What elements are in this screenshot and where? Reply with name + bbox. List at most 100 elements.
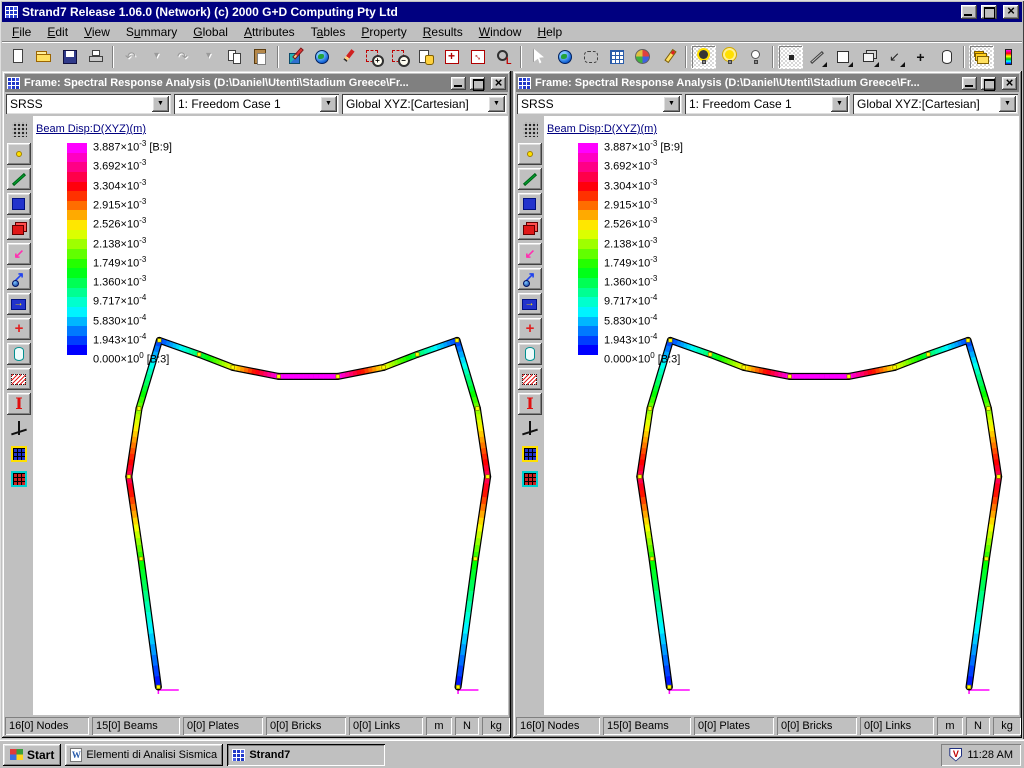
groups-button[interactable] bbox=[969, 45, 994, 69]
display-style-button[interactable] bbox=[283, 45, 308, 69]
open-button[interactable] bbox=[31, 45, 56, 69]
node-marker[interactable] bbox=[668, 685, 672, 689]
node-marker[interactable] bbox=[788, 375, 792, 379]
eraser-button[interactable] bbox=[656, 45, 681, 69]
save-button[interactable] bbox=[57, 45, 82, 69]
node-marker[interactable] bbox=[456, 685, 460, 689]
model-canvas-right[interactable]: Beam Disp:D(XYZ)(m)3.887×10-3 [B:9]3.692… bbox=[544, 116, 1019, 715]
globe-button[interactable] bbox=[552, 45, 577, 69]
menu-item-attributes[interactable]: Attributes bbox=[236, 23, 303, 41]
cylinder-outline-button[interactable] bbox=[7, 343, 31, 365]
vertex-arrow-button[interactable] bbox=[7, 268, 31, 290]
node-marker-button[interactable] bbox=[7, 143, 31, 165]
entity-display-button[interactable] bbox=[630, 45, 655, 69]
node-marker[interactable] bbox=[967, 685, 971, 689]
freedom-case-combo-dropdown-button[interactable]: ▼ bbox=[320, 96, 337, 112]
node-marker[interactable] bbox=[415, 353, 419, 357]
menu-item-tables[interactable]: Tables bbox=[303, 23, 354, 41]
menu-item-view[interactable]: View bbox=[76, 23, 118, 41]
axis-system-combo[interactable]: Global XYZ:[Cartesian]▼ bbox=[342, 94, 507, 114]
close-button[interactable] bbox=[1003, 5, 1019, 19]
world-button[interactable] bbox=[309, 45, 334, 69]
freedom-case-combo-dropdown-button[interactable]: ▼ bbox=[831, 96, 848, 112]
node-marker[interactable] bbox=[966, 339, 970, 343]
redo-dropdown-button[interactable] bbox=[196, 45, 221, 69]
model-canvas-left[interactable]: Beam Disp:D(XYZ)(m)3.887×10-3 [B:9]3.692… bbox=[33, 116, 508, 715]
menu-item-global[interactable]: Global bbox=[185, 23, 236, 41]
plate-fill-button[interactable] bbox=[518, 368, 542, 390]
bulb-dim-button[interactable] bbox=[691, 45, 716, 69]
zoom-in-button[interactable] bbox=[361, 45, 386, 69]
child-titlebar-right[interactable]: Frame: Spectral Response Analysis (D:\Da… bbox=[516, 74, 1019, 92]
grid-button[interactable] bbox=[604, 45, 629, 69]
menu-item-results[interactable]: Results bbox=[415, 23, 471, 41]
zoom-last-button[interactable] bbox=[491, 45, 516, 69]
beam-load-button[interactable] bbox=[518, 293, 542, 315]
child-maximize-button[interactable] bbox=[470, 77, 485, 90]
select-region-button[interactable] bbox=[578, 45, 603, 69]
node-marker[interactable] bbox=[455, 339, 459, 343]
beam-marker-button[interactable] bbox=[7, 168, 31, 190]
axes-button[interactable] bbox=[7, 418, 31, 440]
copy-button[interactable] bbox=[222, 45, 247, 69]
vertex-arrow-button[interactable] bbox=[518, 268, 542, 290]
child-close-button[interactable] bbox=[1002, 77, 1017, 90]
result-type-combo-dropdown-button[interactable]: ▼ bbox=[663, 96, 680, 112]
link-marker-button[interactable] bbox=[518, 243, 542, 265]
plate-toggle-button[interactable] bbox=[830, 45, 855, 69]
node-marker-button[interactable] bbox=[518, 143, 542, 165]
zoom-extents-button[interactable] bbox=[439, 45, 464, 69]
axis-system-combo-dropdown-button[interactable]: ▼ bbox=[999, 96, 1016, 112]
axis-system-combo-dropdown-button[interactable]: ▼ bbox=[488, 96, 505, 112]
paste-button[interactable] bbox=[248, 45, 273, 69]
result-type-combo[interactable]: SRSS▼ bbox=[6, 94, 171, 114]
grid-blue-button[interactable] bbox=[518, 443, 542, 465]
grid-blue-button[interactable] bbox=[7, 443, 31, 465]
node-marker[interactable] bbox=[382, 366, 386, 370]
link-toggle-button[interactable] bbox=[882, 45, 907, 69]
node-marker[interactable] bbox=[997, 475, 1001, 479]
node-marker[interactable] bbox=[139, 557, 143, 561]
child-close-button[interactable] bbox=[491, 77, 506, 90]
menu-item-file[interactable]: File bbox=[4, 23, 39, 41]
new-button[interactable] bbox=[5, 45, 30, 69]
beam-load-button[interactable] bbox=[7, 293, 31, 315]
node-marker[interactable] bbox=[708, 353, 712, 357]
print-button[interactable] bbox=[83, 45, 108, 69]
beam-marker-button[interactable] bbox=[518, 168, 542, 190]
zoom-out-button[interactable] bbox=[387, 45, 412, 69]
start-button[interactable]: Start bbox=[3, 744, 61, 766]
node-marker[interactable] bbox=[650, 557, 654, 561]
minimize-button[interactable] bbox=[961, 5, 977, 19]
node-marker[interactable] bbox=[638, 475, 642, 479]
node-marker[interactable] bbox=[127, 475, 131, 479]
freedom-case-combo[interactable]: 1: Freedom Case 1▼ bbox=[174, 94, 339, 114]
node-marker[interactable] bbox=[157, 685, 161, 689]
node-marker[interactable] bbox=[669, 339, 673, 343]
node-marker[interactable] bbox=[847, 375, 851, 379]
menu-item-edit[interactable]: Edit bbox=[39, 23, 76, 41]
pan-button[interactable] bbox=[413, 45, 438, 69]
result-type-combo-dropdown-button[interactable]: ▼ bbox=[152, 96, 169, 112]
brick-toggle-button[interactable] bbox=[856, 45, 881, 69]
node-marker[interactable] bbox=[486, 475, 490, 479]
child-minimize-button[interactable] bbox=[451, 77, 466, 90]
node-marker[interactable] bbox=[648, 407, 652, 411]
node-marker[interactable] bbox=[137, 407, 141, 411]
child-minimize-button[interactable] bbox=[962, 77, 977, 90]
axes-button[interactable] bbox=[518, 418, 542, 440]
maximize-button[interactable] bbox=[981, 5, 997, 19]
main-titlebar[interactable]: Strand7 Release 1.06.0 (Network) (c) 200… bbox=[2, 2, 1022, 22]
link-marker-button[interactable] bbox=[7, 243, 31, 265]
menu-item-help[interactable]: Help bbox=[529, 23, 570, 41]
undo-dropdown-button[interactable] bbox=[144, 45, 169, 69]
dot-grid-button[interactable] bbox=[7, 118, 31, 140]
bulb-off-button[interactable] bbox=[743, 45, 768, 69]
zoom-all-button[interactable] bbox=[465, 45, 490, 69]
child-maximize-button[interactable] bbox=[981, 77, 996, 90]
node-cross-button[interactable] bbox=[518, 318, 542, 340]
menu-item-property[interactable]: Property bbox=[353, 23, 414, 41]
menu-item-window[interactable]: Window bbox=[471, 23, 530, 41]
dot-grid-button[interactable] bbox=[518, 118, 542, 140]
brick-marker-button[interactable] bbox=[518, 218, 542, 240]
